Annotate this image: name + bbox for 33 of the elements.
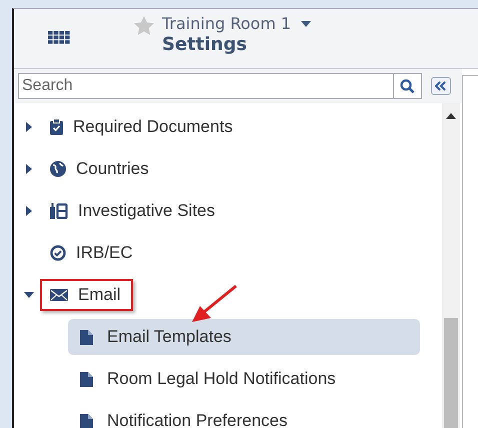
tree-item[interactable]: Email [78,285,121,305]
collapse-button[interactable] [431,77,451,95]
globe-icon [50,161,66,177]
check-circle-icon [50,245,66,261]
tree-item[interactable]: IRB/EC [76,243,133,263]
document-icon [80,414,93,428]
tree-item[interactable]: Room Legal Hold Notifications [68,361,420,397]
document-icon [80,330,93,344]
expander-icon[interactable] [24,290,34,300]
room-name[interactable]: Training Room 1 [162,14,292,33]
page-title: Settings [162,34,248,55]
search-field[interactable]: Search [18,73,394,99]
clipboard-icon [50,119,63,135]
scroll-thumb[interactable] [444,318,458,428]
expander-icon[interactable] [24,206,34,216]
search-button[interactable] [394,73,422,99]
tree-item[interactable]: Email Templates [68,319,420,355]
grid-menu-icon[interactable] [48,31,70,44]
envelope-icon [50,289,68,301]
scroll-up-icon[interactable] [446,113,456,119]
expander-icon[interactable] [24,122,34,132]
tree-item[interactable]: Investigative Sites [78,201,216,221]
tree-item[interactable]: Notification Preferences [68,403,420,428]
search-icon [400,78,415,94]
document-icon [80,372,93,386]
building-icon [50,203,68,219]
tree-item[interactable]: Required Documents [73,117,233,137]
double-chevron-icon [435,81,447,91]
star-icon[interactable] [134,16,154,35]
scrollbar[interactable] [442,103,460,428]
caret-icon[interactable] [301,20,312,26]
tree-item[interactable]: Countries [76,159,149,179]
expander-icon[interactable] [24,164,34,174]
